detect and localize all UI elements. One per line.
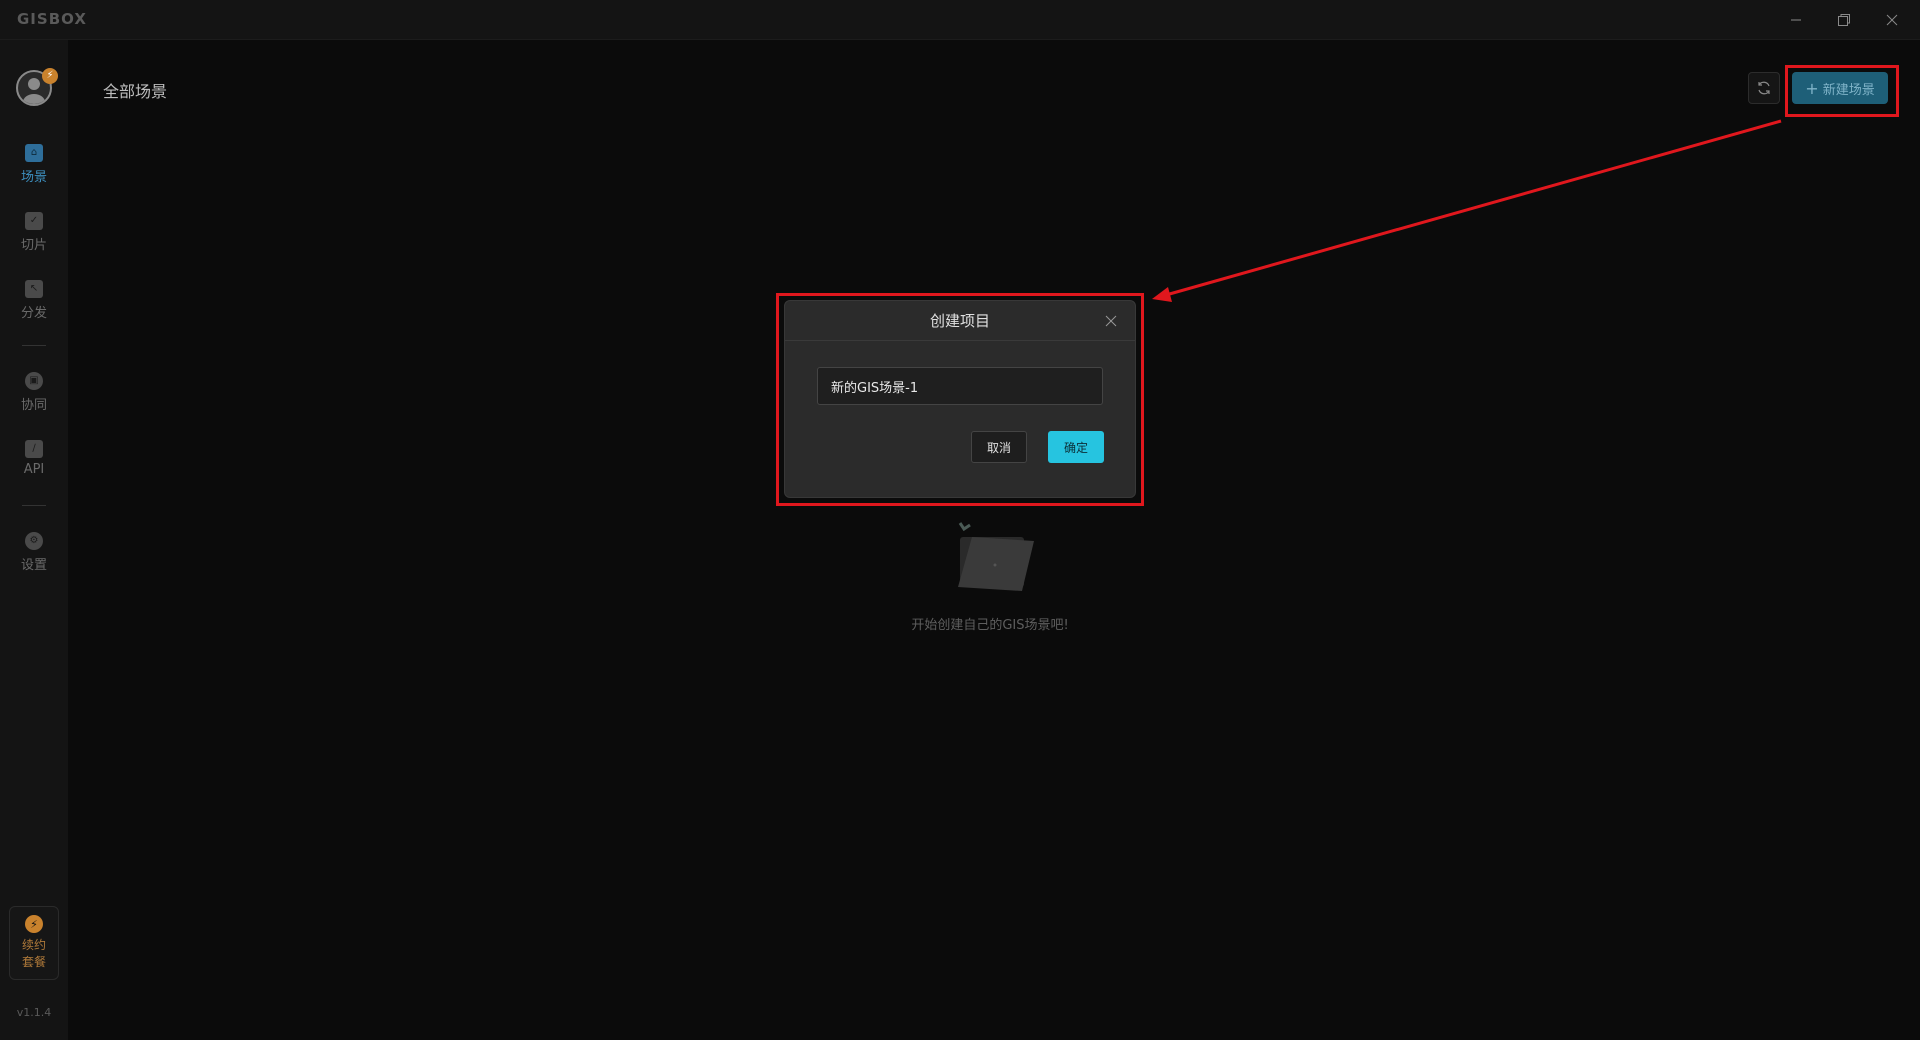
close-window-button[interactable]	[1868, 0, 1916, 40]
close-icon	[1886, 14, 1898, 26]
renew-plan-button[interactable]: ⚡ 续约套餐	[9, 906, 59, 980]
gear-icon: ⚙	[25, 532, 43, 550]
sidebar-item-label: 切片	[20, 238, 47, 253]
dialog-header: 创建项目	[785, 301, 1135, 341]
cancel-button[interactable]: 取消	[971, 431, 1027, 463]
renew-plan-label: 续约套餐	[21, 938, 46, 969]
lock-icon: ▣	[25, 372, 43, 390]
sidebar-item-label: 分发	[20, 306, 47, 321]
sidebar-item-distribute[interactable]: ↖ 分发	[0, 274, 68, 330]
sidebar-item-settings[interactable]: ⚙ 设置	[0, 526, 68, 582]
sidebar-divider	[22, 505, 46, 506]
sidebar-divider	[22, 345, 46, 346]
sidebar-item-scenes[interactable]: ⌂ 场景	[0, 138, 68, 194]
minimize-icon	[1791, 19, 1801, 21]
dialog-close-button[interactable]	[1101, 311, 1121, 331]
close-icon	[1105, 315, 1117, 327]
empty-state-text: 开始创建自己的GIS场景吧!	[911, 618, 1069, 633]
sidebar-item-collab[interactable]: ▣ 协同	[0, 366, 68, 422]
export-icon: ↖	[25, 280, 43, 298]
title-bar: GISBOX	[0, 0, 1920, 40]
sidebar-item-tiling[interactable]: ✓ 切片	[0, 206, 68, 262]
dialog-title: 创建项目	[929, 312, 990, 330]
new-scene-label: 新建场景	[1822, 82, 1875, 98]
refresh-icon	[1758, 81, 1770, 95]
create-project-dialog: 创建项目 取消 确定	[784, 300, 1136, 498]
page-title: 全部场景	[103, 82, 168, 101]
lightning-icon: ⚡	[25, 915, 43, 933]
confirm-button[interactable]: 确定	[1048, 431, 1104, 463]
empty-folder-icon	[958, 522, 1034, 591]
restore-icon	[1838, 14, 1850, 26]
sidebar-item-label: 场景	[20, 170, 47, 185]
app-logo: GISBOX	[17, 10, 87, 28]
sidebar-item-api[interactable]: ∕ API	[0, 434, 68, 490]
sidebar-item-label: 协同	[20, 398, 47, 413]
maximize-button[interactable]	[1820, 0, 1868, 40]
sidebar-item-label: 设置	[20, 558, 47, 573]
refresh-button[interactable]	[1748, 72, 1780, 104]
minimize-button[interactable]	[1772, 0, 1820, 40]
home-icon: ⌂	[25, 144, 43, 162]
new-scene-button[interactable]: + 新建场景	[1792, 72, 1888, 104]
sidebar: ⚡ ⌂ 场景 ✓ 切片 ↖ 分发 ▣ 协同 ∕ API ⚙ 设置 ⚡ 续约套餐 …	[0, 40, 68, 1040]
link-icon: ∕	[25, 440, 43, 458]
sidebar-item-label: API	[23, 462, 45, 477]
plus-icon: +	[1805, 78, 1819, 98]
project-name-input[interactable]	[817, 367, 1103, 405]
version-label: v1.1.4	[16, 1006, 52, 1019]
file-check-icon: ✓	[25, 212, 43, 230]
lightning-badge-icon: ⚡	[42, 68, 58, 84]
